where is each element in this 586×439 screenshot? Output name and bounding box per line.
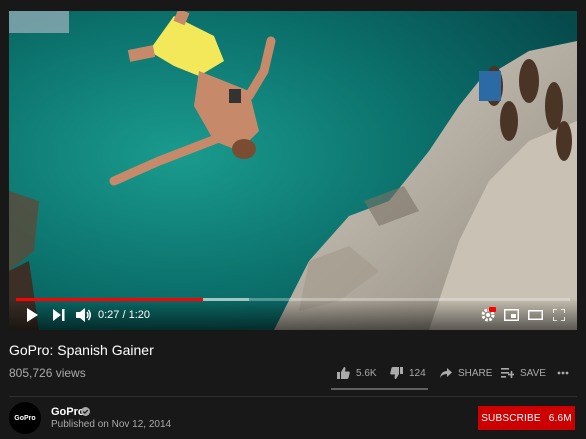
thumbs-down-icon [390, 367, 403, 379]
subscriber-count: 6.6M [548, 412, 572, 424]
like-button[interactable]: 5.6K [337, 364, 377, 382]
play-icon [27, 308, 38, 322]
save-button[interactable]: SAVE [501, 364, 546, 382]
volume-icon [76, 308, 91, 322]
player-controls: 0:27 / 1:20 [9, 298, 577, 330]
like-count: 5.6K [356, 367, 377, 379]
publish-date: Published on Nov 12, 2014 [51, 419, 172, 430]
video-player[interactable]: 0:27 / 1:20 [9, 11, 577, 330]
verified-icon [81, 407, 90, 416]
dislike-button[interactable]: 124 [390, 364, 426, 382]
fullscreen-icon [553, 309, 565, 321]
share-icon [440, 368, 452, 378]
save-label: SAVE [520, 367, 546, 379]
theater-icon [527, 310, 543, 320]
like-dislike-ratio-bar [331, 388, 428, 390]
subscribe-button[interactable]: SUBSCRIBE 6.6M [478, 406, 575, 430]
time-display: 0:27 / 1:20 [98, 309, 150, 321]
volume-button[interactable] [75, 306, 93, 324]
next-button[interactable] [50, 306, 68, 324]
subscribe-label: SUBSCRIBE [481, 412, 541, 424]
thumbs-up-icon [337, 367, 350, 379]
channel-avatar[interactable]: GoPro [9, 402, 41, 434]
progress-played [16, 298, 203, 301]
next-icon [53, 309, 65, 321]
playlist-add-icon [501, 368, 514, 378]
duration: 1:20 [128, 309, 151, 321]
more-actions-button[interactable] [557, 364, 569, 382]
avatar-logo: GoPro [14, 414, 36, 422]
progress-bar[interactable] [16, 298, 570, 301]
settings-button[interactable] [479, 306, 497, 324]
share-label: SHARE [458, 367, 493, 379]
dislike-count: 124 [409, 367, 426, 379]
channel-name[interactable]: GoPro [51, 406, 85, 418]
time-separator: / [119, 309, 129, 321]
video-frame [9, 11, 577, 330]
play-button[interactable] [23, 306, 41, 324]
miniplayer-button[interactable] [502, 306, 520, 324]
settings-icon [481, 307, 496, 322]
current-time: 0:27 [98, 309, 120, 321]
divider [9, 396, 577, 397]
miniplayer-icon [503, 309, 519, 321]
video-title: GoPro: Spanish Gainer [9, 342, 154, 358]
theater-mode-button[interactable] [526, 306, 544, 324]
share-button[interactable]: SHARE [440, 364, 492, 382]
more-icon [557, 371, 569, 375]
fullscreen-button[interactable] [550, 306, 568, 324]
view-count: 805,726 views [9, 366, 86, 380]
